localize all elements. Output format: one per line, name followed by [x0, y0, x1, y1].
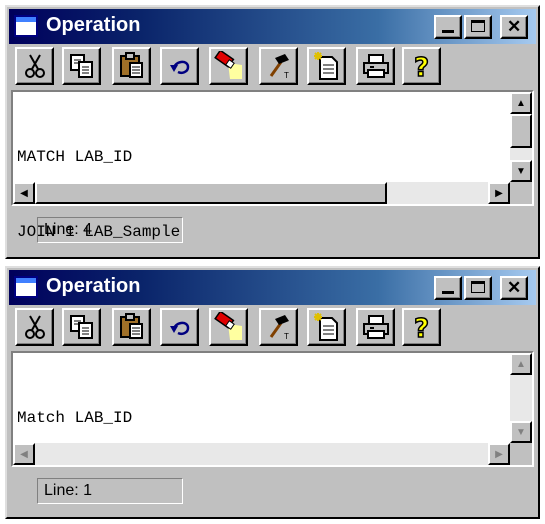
paste-icon	[119, 313, 145, 341]
copy-button[interactable]	[62, 308, 101, 346]
line-indicator: Line: 1	[37, 478, 183, 504]
window-title: Operation	[46, 275, 141, 297]
close-button[interactable]	[500, 15, 528, 39]
scroll-down-button[interactable]: ▼	[510, 160, 532, 182]
line-indicator: Line: 4	[37, 217, 183, 243]
help-button[interactable]: ?	[402, 47, 441, 85]
scroll-right-button[interactable]: ▶	[488, 443, 510, 465]
hammer-icon: T	[265, 313, 293, 341]
scroll-left-button[interactable]: ◀	[13, 443, 35, 465]
vertical-scroll-thumb[interactable]	[510, 114, 532, 148]
scroll-up-button[interactable]: ▲	[510, 92, 532, 114]
horizontal-scrollbar[interactable]: ◀ ▶	[13, 443, 510, 465]
minimize-button[interactable]	[434, 276, 462, 300]
new-document-button[interactable]	[307, 308, 346, 346]
window-icon[interactable]	[14, 15, 38, 37]
toolbar: T?	[9, 307, 536, 347]
horizontal-scrollbar[interactable]: ◀ ▶	[13, 182, 510, 204]
vertical-scrollbar[interactable]: ▲ ▼	[510, 353, 532, 443]
print-button[interactable]	[356, 47, 395, 85]
scroll-down-button[interactable]: ▼	[510, 421, 532, 443]
undo-button[interactable]	[160, 308, 199, 346]
new-document-icon	[313, 312, 341, 342]
editor-line: MATCH LAB_ID	[17, 148, 133, 166]
help-button[interactable]: ?	[402, 308, 441, 346]
copy-icon	[69, 53, 95, 79]
editor-area[interactable]: Match LAB_ID ▲ ▼ ◀ ▶	[11, 351, 534, 467]
hammer-icon: T	[265, 52, 293, 80]
flashlight-button[interactable]	[209, 308, 248, 346]
flashlight-icon	[213, 51, 244, 81]
paste-icon	[119, 52, 145, 80]
status-bar: Line: 4	[11, 213, 534, 251]
hammer-button[interactable]: T	[259, 47, 298, 85]
new-document-button[interactable]	[307, 47, 346, 85]
window-title: Operation	[46, 14, 141, 36]
window-icon[interactable]	[14, 276, 38, 298]
cut-icon	[23, 314, 47, 340]
paste-button[interactable]	[112, 47, 151, 85]
toolbar: T?	[9, 46, 536, 86]
help-icon: ?	[411, 52, 433, 80]
print-icon	[362, 53, 390, 79]
paste-button[interactable]	[112, 308, 151, 346]
maximize-button[interactable]	[464, 276, 492, 300]
cut-icon	[23, 53, 47, 79]
editor-line: Match LAB_ID	[17, 409, 133, 427]
print-button[interactable]	[356, 308, 395, 346]
scroll-right-button[interactable]: ▶	[488, 182, 510, 204]
operation-window-1: Operation T? MATCH LAB_ID JOIN 1 LAB_Sam…	[5, 5, 540, 259]
minimize-button[interactable]	[434, 15, 462, 39]
title-bar[interactable]: Operation	[9, 270, 536, 305]
scrollbar-corner	[510, 182, 532, 204]
svg-text:?: ?	[414, 314, 429, 341]
print-icon	[362, 314, 390, 340]
flashlight-icon	[213, 312, 244, 342]
editor-area[interactable]: MATCH LAB_ID JOIN 1 LAB_Sample ▲ ▼ ◀ ▶	[11, 90, 534, 241]
scrollbar-corner	[510, 443, 532, 465]
new-document-icon	[313, 51, 341, 81]
copy-button[interactable]	[62, 47, 101, 85]
operation-window-2: Operation T? Match LAB_ID ▲ ▼ ◀ ▶ Line: …	[5, 266, 540, 519]
svg-text:T: T	[284, 71, 289, 80]
help-icon: ?	[411, 313, 433, 341]
cut-button[interactable]	[15, 308, 54, 346]
maximize-button[interactable]	[464, 15, 492, 39]
undo-icon	[168, 55, 192, 77]
status-bar: Line: 1	[11, 474, 534, 512]
undo-icon	[168, 316, 192, 338]
scroll-up-button[interactable]: ▲	[510, 353, 532, 375]
hammer-button[interactable]: T	[259, 308, 298, 346]
copy-icon	[69, 314, 95, 340]
close-button[interactable]	[500, 276, 528, 300]
flashlight-button[interactable]	[209, 47, 248, 85]
horizontal-scroll-thumb[interactable]	[35, 182, 387, 204]
undo-button[interactable]	[160, 47, 199, 85]
title-bar[interactable]: Operation	[9, 9, 536, 44]
svg-text:T: T	[284, 332, 289, 341]
vertical-scrollbar[interactable]: ▲ ▼	[510, 92, 532, 182]
scroll-left-button[interactable]: ◀	[13, 182, 35, 204]
cut-button[interactable]	[15, 47, 54, 85]
svg-text:?: ?	[414, 53, 429, 80]
